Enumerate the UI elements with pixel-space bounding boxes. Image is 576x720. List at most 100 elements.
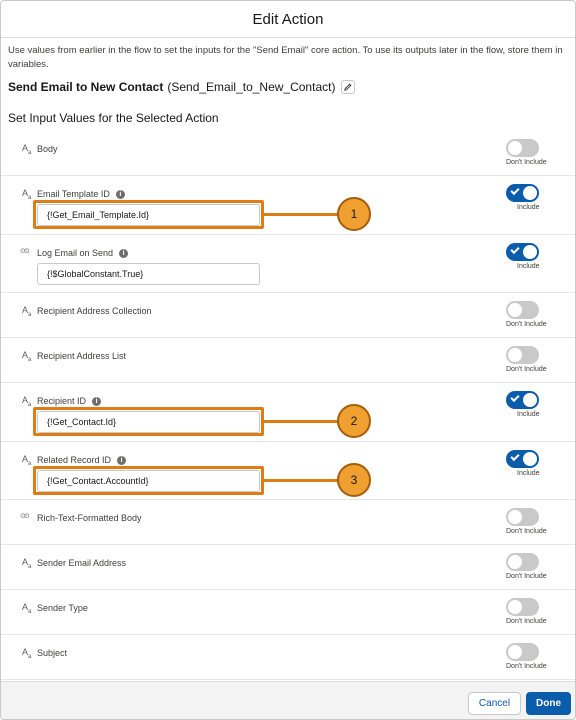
toggle-knob: [508, 510, 522, 524]
input-row: Aa Recipient Address List Don't Include: [1, 338, 575, 383]
input-row: Aa Subject Don't Include: [1, 635, 575, 680]
field-label: Body: [37, 144, 58, 154]
callout-leader-line: [264, 213, 338, 216]
callout-leader-line: [264, 420, 338, 423]
value-input[interactable]: {!$GlobalConstant.True}: [37, 263, 260, 285]
edit-action-button[interactable]: [341, 80, 356, 94]
toggle-label: Include: [517, 263, 540, 270]
done-button[interactable]: Done: [526, 692, 571, 715]
modal-header: Edit Action: [1, 1, 575, 38]
text-type-icon: Aa: [22, 557, 32, 570]
check-icon: [510, 185, 520, 196]
toggle-label: Don't Include: [506, 618, 547, 625]
include-toggle[interactable]: [506, 301, 539, 319]
include-toggle[interactable]: [506, 391, 539, 409]
info-icon[interactable]: i: [92, 396, 102, 406]
cancel-button[interactable]: Cancel: [468, 692, 521, 715]
toggle-knob: [508, 348, 522, 362]
field-label: Email Template ID i: [37, 189, 125, 199]
input-row: Aa Sender Email Address Don't Include: [1, 545, 575, 590]
toggle-knob: [508, 303, 522, 317]
text-type-icon: Aa: [22, 350, 32, 363]
include-toggle[interactable]: [506, 139, 539, 157]
include-toggle[interactable]: [506, 450, 539, 468]
toggle-label: Don't Include: [506, 366, 547, 373]
field-label-text: Sender Type: [37, 603, 88, 613]
toggle-label: Don't Include: [506, 528, 547, 535]
field-label: Sender Type: [37, 603, 88, 613]
field-label-text: Recipient Address Collection: [37, 306, 152, 316]
toggle-knob: [508, 141, 522, 155]
section-title: Set Input Values for the Selected Action: [8, 111, 219, 125]
callout-badge: 2: [337, 404, 371, 438]
action-title: Send Email to New Contact (Send_Email_to…: [8, 80, 356, 94]
input-row: Aa Sender Type Don't Include: [1, 590, 575, 635]
text-type-icon: Aa: [22, 143, 32, 156]
field-label: Subject: [37, 648, 67, 658]
highlight-box: [33, 200, 264, 229]
text-type-icon: Aa: [22, 395, 32, 408]
field-label-text: Related Record ID: [37, 455, 112, 465]
toggle-knob: [523, 186, 537, 200]
include-toggle[interactable]: [506, 598, 539, 616]
field-label-text: Rich-Text-Formatted Body: [37, 513, 142, 523]
action-api-name: (Send_Email_to_New_Contact): [167, 80, 336, 94]
toggle-knob: [523, 393, 537, 407]
toggle-knob: [523, 245, 537, 259]
text-type-icon: Aa: [22, 647, 32, 660]
field-label-text: Recipient ID: [37, 396, 87, 406]
field-label: Recipient Address List: [37, 351, 126, 361]
toggle-knob: [508, 600, 522, 614]
input-row: ⊙⊙ Log Email on Send i {!$GlobalConstant.Tr…: [1, 235, 575, 293]
include-toggle[interactable]: [506, 643, 539, 661]
info-icon[interactable]: i: [115, 189, 125, 199]
check-icon: [510, 392, 520, 403]
info-icon[interactable]: i: [119, 248, 129, 258]
field-label-text: Sender Email Address: [37, 558, 127, 568]
edit-action-modal: Edit Action Use values from earlier in t…: [0, 0, 576, 720]
toggle-knob: [523, 452, 537, 466]
toggle-label: Include: [517, 470, 540, 477]
toggle-label: Don't Include: [506, 663, 547, 670]
boolean-type-icon: ⊙⊙: [20, 513, 30, 520]
include-toggle[interactable]: [506, 243, 539, 261]
callout-leader-line: [264, 479, 338, 482]
pencil-icon: [344, 83, 352, 91]
toggle-label: Include: [517, 411, 540, 418]
toggle-label: Include: [517, 204, 540, 211]
input-row: Aa Related Record ID i {!Get_Contact.Accoun…: [1, 442, 575, 500]
action-label: Send Email to New Contact: [8, 80, 164, 94]
callout-badge: 3: [337, 463, 371, 497]
modal-footer: Cancel Done: [1, 681, 575, 719]
field-label-text: Log Email on Send: [37, 248, 114, 258]
toggle-knob: [508, 645, 522, 659]
field-label-text: Recipient Address List: [37, 351, 127, 361]
field-label: Sender Email Address: [37, 558, 126, 568]
toggle-knob: [508, 555, 522, 569]
highlight-box: [33, 466, 264, 495]
text-type-icon: Aa: [22, 305, 32, 318]
field-label: Log Email on Send i: [37, 248, 129, 258]
include-toggle[interactable]: [506, 346, 539, 364]
callout-badge: 1: [337, 197, 371, 231]
input-row: Aa Recipient Address Collection Don't Incl…: [1, 293, 575, 338]
check-icon: [510, 244, 520, 255]
field-label: Recipient ID i: [37, 396, 102, 406]
field-label: Related Record ID i: [37, 455, 127, 465]
modal-title: Edit Action: [252, 10, 324, 28]
action-description: Use values from earlier in the flow to s…: [8, 45, 563, 70]
toggle-label: Don't Include: [506, 321, 547, 328]
include-toggle[interactable]: [506, 553, 539, 571]
input-row: Aa Recipient ID i {!Get_Contact.Id} 2 Include: [1, 383, 575, 442]
info-icon[interactable]: i: [117, 455, 127, 465]
toggle-label: Don't Include: [506, 159, 547, 166]
field-label-text: Email Template ID: [37, 189, 110, 199]
text-type-icon: Aa: [22, 188, 32, 201]
text-type-icon: Aa: [22, 602, 32, 615]
field-label: Rich-Text-Formatted Body: [37, 513, 142, 523]
field-label-text: Subject: [37, 648, 68, 658]
include-toggle[interactable]: [506, 184, 539, 202]
boolean-type-icon: ⊙⊙: [20, 248, 30, 255]
include-toggle[interactable]: [506, 508, 539, 526]
toggle-label: Don't Include: [506, 573, 547, 580]
